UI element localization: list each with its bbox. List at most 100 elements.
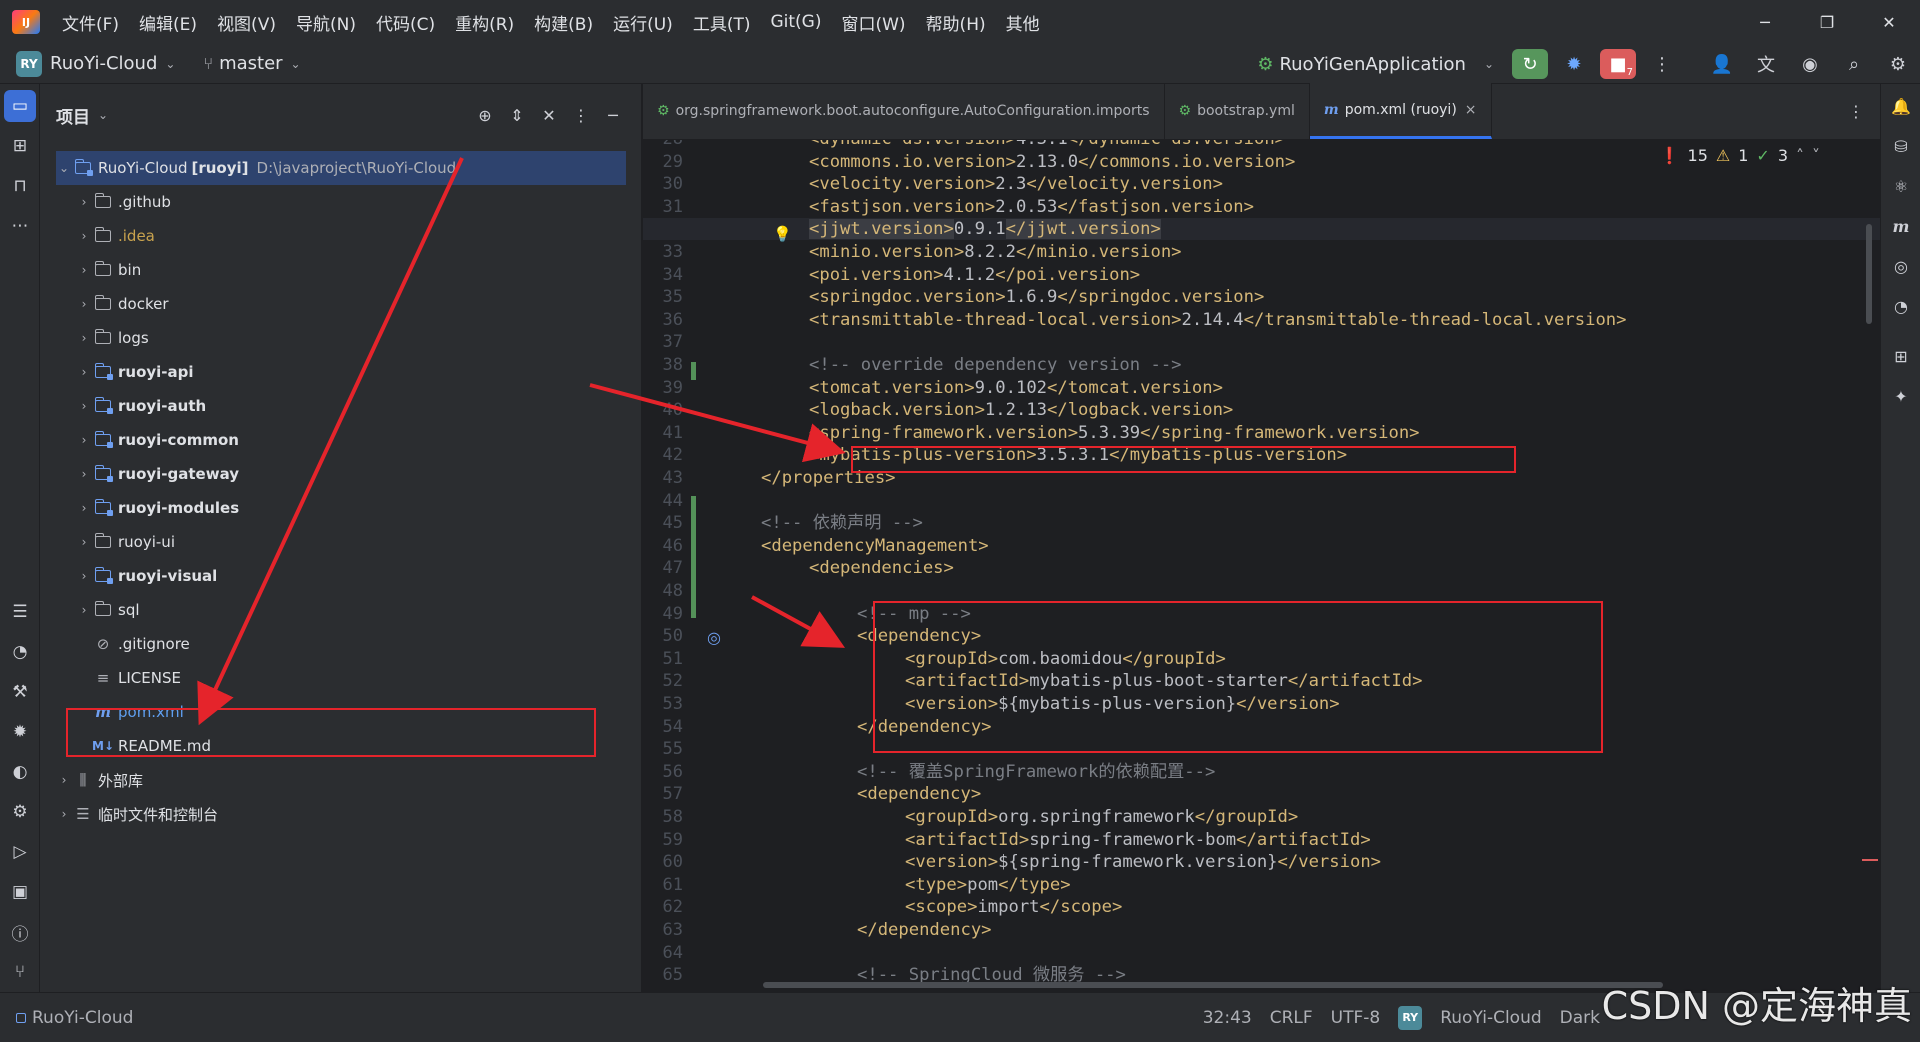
more-actions-icon[interactable]: ⋮	[1644, 49, 1680, 79]
cursor-position[interactable]: 32:43	[1203, 1008, 1252, 1028]
tree-item-ruoyi-common[interactable]: › ruoyi-common	[76, 423, 646, 457]
project-folder-icon[interactable]: ▭	[4, 90, 36, 122]
tree-item-logs[interactable]: › logs	[76, 321, 646, 355]
file-encoding[interactable]: UTF-8	[1331, 1008, 1381, 1028]
stop-button[interactable]: ■ 7	[1600, 49, 1636, 79]
problems-icon[interactable]: ⓘ	[4, 916, 36, 948]
chevron-right-icon[interactable]: ›	[56, 807, 72, 821]
horizontal-scrollbar[interactable]	[763, 982, 1663, 988]
tree-item-bin[interactable]: › bin	[76, 253, 646, 287]
tab-bootstrap-yml[interactable]: ⚙ bootstrap.yml	[1165, 83, 1310, 139]
close-tab-icon[interactable]: ×	[1465, 102, 1477, 118]
build-hammer-icon[interactable]: ⚒	[4, 676, 36, 708]
profiler-icon[interactable]: ◔	[4, 636, 36, 668]
tab-pom-xml[interactable]: m pom.xml (ruoyi) ×	[1309, 83, 1492, 139]
collapse-all-icon[interactable]: ✕	[533, 100, 565, 130]
status-project[interactable]: RuoYi-Cloud	[16, 1008, 133, 1028]
chevron-right-icon[interactable]: ›	[76, 433, 92, 447]
tree-item-docker[interactable]: › docker	[76, 287, 646, 321]
rerun-button[interactable]: ↻	[1512, 49, 1548, 79]
menu-run[interactable]: 运行(U)	[603, 10, 683, 35]
endpoints-icon[interactable]: ◎	[1885, 250, 1917, 282]
tree-item-gitignore[interactable]: ⊘ .gitignore	[92, 627, 662, 661]
tree-item-sql[interactable]: › sql	[76, 593, 646, 627]
sparkle-icon[interactable]: ✦	[1885, 380, 1917, 412]
tree-item-ruoyi-modules[interactable]: › ruoyi-modules	[76, 491, 646, 525]
todo-list-icon[interactable]: ☰	[4, 596, 36, 628]
run-config-selector[interactable]: RuoYiGenApplication	[1279, 54, 1465, 75]
panel-title[interactable]: 项目	[56, 103, 90, 128]
chevron-down-icon[interactable]: ⌄	[98, 108, 108, 122]
menu-edit[interactable]: 编辑(E)	[129, 10, 207, 35]
code-editor[interactable]: 2829303132333435363738394041424344454647…	[643, 140, 1880, 992]
debug-bug-icon[interactable]: ✹	[4, 716, 36, 748]
menu-other[interactable]: 其他	[996, 10, 1050, 35]
chevron-down-icon[interactable]: ˅	[1812, 146, 1820, 165]
minimize-icon[interactable]: ─	[1734, 0, 1796, 44]
line-separator[interactable]: CRLF	[1270, 1008, 1313, 1028]
translate-icon[interactable]: 文	[1748, 49, 1784, 79]
tab-autoconfiguration-imports[interactable]: ⚙ org.springframework.boot.autoconfigure…	[643, 83, 1165, 139]
tree-item-github[interactable]: › .github	[76, 185, 646, 219]
menu-refactor[interactable]: 重构(R)	[445, 10, 524, 35]
tree-item-ruoyi-api[interactable]: › ruoyi-api	[76, 355, 646, 389]
menu-git[interactable]: Git(G)	[760, 12, 831, 32]
tree-item-scratches[interactable]: › ☰ 临时文件和控制台	[56, 797, 626, 831]
run-icon[interactable]: ▷	[4, 836, 36, 868]
tree-item-license[interactable]: ≡ LICENSE	[92, 661, 662, 695]
more-tools-icon[interactable]: ⋯	[4, 210, 36, 242]
codeium-icon[interactable]: ◔	[1885, 290, 1917, 322]
chevron-right-icon[interactable]: ›	[76, 399, 92, 413]
settings-gear-icon[interactable]: ⚙	[1880, 49, 1916, 79]
services-icon[interactable]: ◐	[4, 756, 36, 788]
ai-assistant-icon[interactable]: ◉	[1792, 49, 1828, 79]
chevron-down-icon[interactable]: ⌄	[56, 161, 72, 175]
locate-file-icon[interactable]: ⊕	[469, 100, 501, 130]
tree-root[interactable]: ⌄ RuoYi-Cloud [ruoyi] D:\javaproject\Ruo…	[56, 151, 626, 185]
maven-icon[interactable]: m	[1885, 210, 1917, 242]
chevron-up-icon[interactable]: ˄	[1796, 146, 1804, 165]
tree-item-ruoyi-auth[interactable]: › ruoyi-auth	[76, 389, 646, 423]
chevron-right-icon[interactable]: ›	[76, 467, 92, 481]
expand-all-icon[interactable]: ⇕	[501, 100, 533, 130]
project-badge[interactable]: RY	[16, 50, 42, 77]
debug-icon[interactable]: ✹	[1556, 49, 1592, 79]
menu-tools[interactable]: 工具(T)	[683, 10, 761, 35]
chevron-right-icon[interactable]: ›	[76, 331, 92, 345]
vertical-scrollbar[interactable]	[1866, 224, 1872, 324]
notifications-icon[interactable]: 🔔	[1885, 90, 1917, 122]
git-icon[interactable]: ⑂	[4, 956, 36, 988]
menu-file[interactable]: 文件(F)	[52, 10, 129, 35]
menu-navigate[interactable]: 导航(N)	[286, 10, 366, 35]
search-icon[interactable]: ⌕	[1836, 49, 1872, 79]
structure-icon[interactable]: ⊞	[4, 130, 36, 162]
tabs-more-icon[interactable]: ⋮	[1848, 102, 1864, 121]
chevron-right-icon[interactable]: ›	[76, 195, 92, 209]
tree-item-ruoyi-gateway[interactable]: › ruoyi-gateway	[76, 457, 646, 491]
database-icon[interactable]: ⛁	[1885, 130, 1917, 162]
chevron-down-icon[interactable]: ⌄	[165, 57, 175, 71]
chevron-right-icon[interactable]: ›	[76, 229, 92, 243]
gradle-icon[interactable]: ⚛	[1885, 170, 1917, 202]
menu-code[interactable]: 代码(C)	[366, 10, 445, 35]
tree-item-ruoyi-visual[interactable]: › ruoyi-visual	[76, 559, 646, 593]
status-project-right[interactable]: RuoYi-Cloud	[1440, 1008, 1541, 1028]
chevron-right-icon[interactable]: ›	[76, 365, 92, 379]
chevron-right-icon[interactable]: ›	[56, 773, 72, 787]
restore-icon[interactable]: ❐	[1796, 0, 1858, 44]
options-icon[interactable]: ⋮	[565, 100, 597, 130]
plugin-icon[interactable]: ⚙	[4, 796, 36, 828]
user-icon[interactable]: 👤	[1704, 49, 1740, 79]
menu-help[interactable]: 帮助(H)	[916, 10, 996, 35]
tree-item-external-libs[interactable]: › ⫼ 外部库	[56, 763, 626, 797]
chevron-right-icon[interactable]: ›	[76, 501, 92, 515]
menu-build[interactable]: 构建(B)	[524, 10, 603, 35]
terminal-icon[interactable]: ▣	[4, 876, 36, 908]
chevron-down-icon[interactable]: ⌄	[291, 57, 301, 71]
chevron-right-icon[interactable]: ›	[76, 297, 92, 311]
project-selector[interactable]: RuoYi-Cloud	[50, 53, 157, 74]
ai-icon[interactable]: ⊞	[1885, 340, 1917, 372]
branch-selector[interactable]: master	[219, 53, 282, 74]
lightbulb-icon[interactable]: 💡	[773, 225, 792, 243]
bookmark-icon[interactable]: ⊓	[4, 170, 36, 202]
